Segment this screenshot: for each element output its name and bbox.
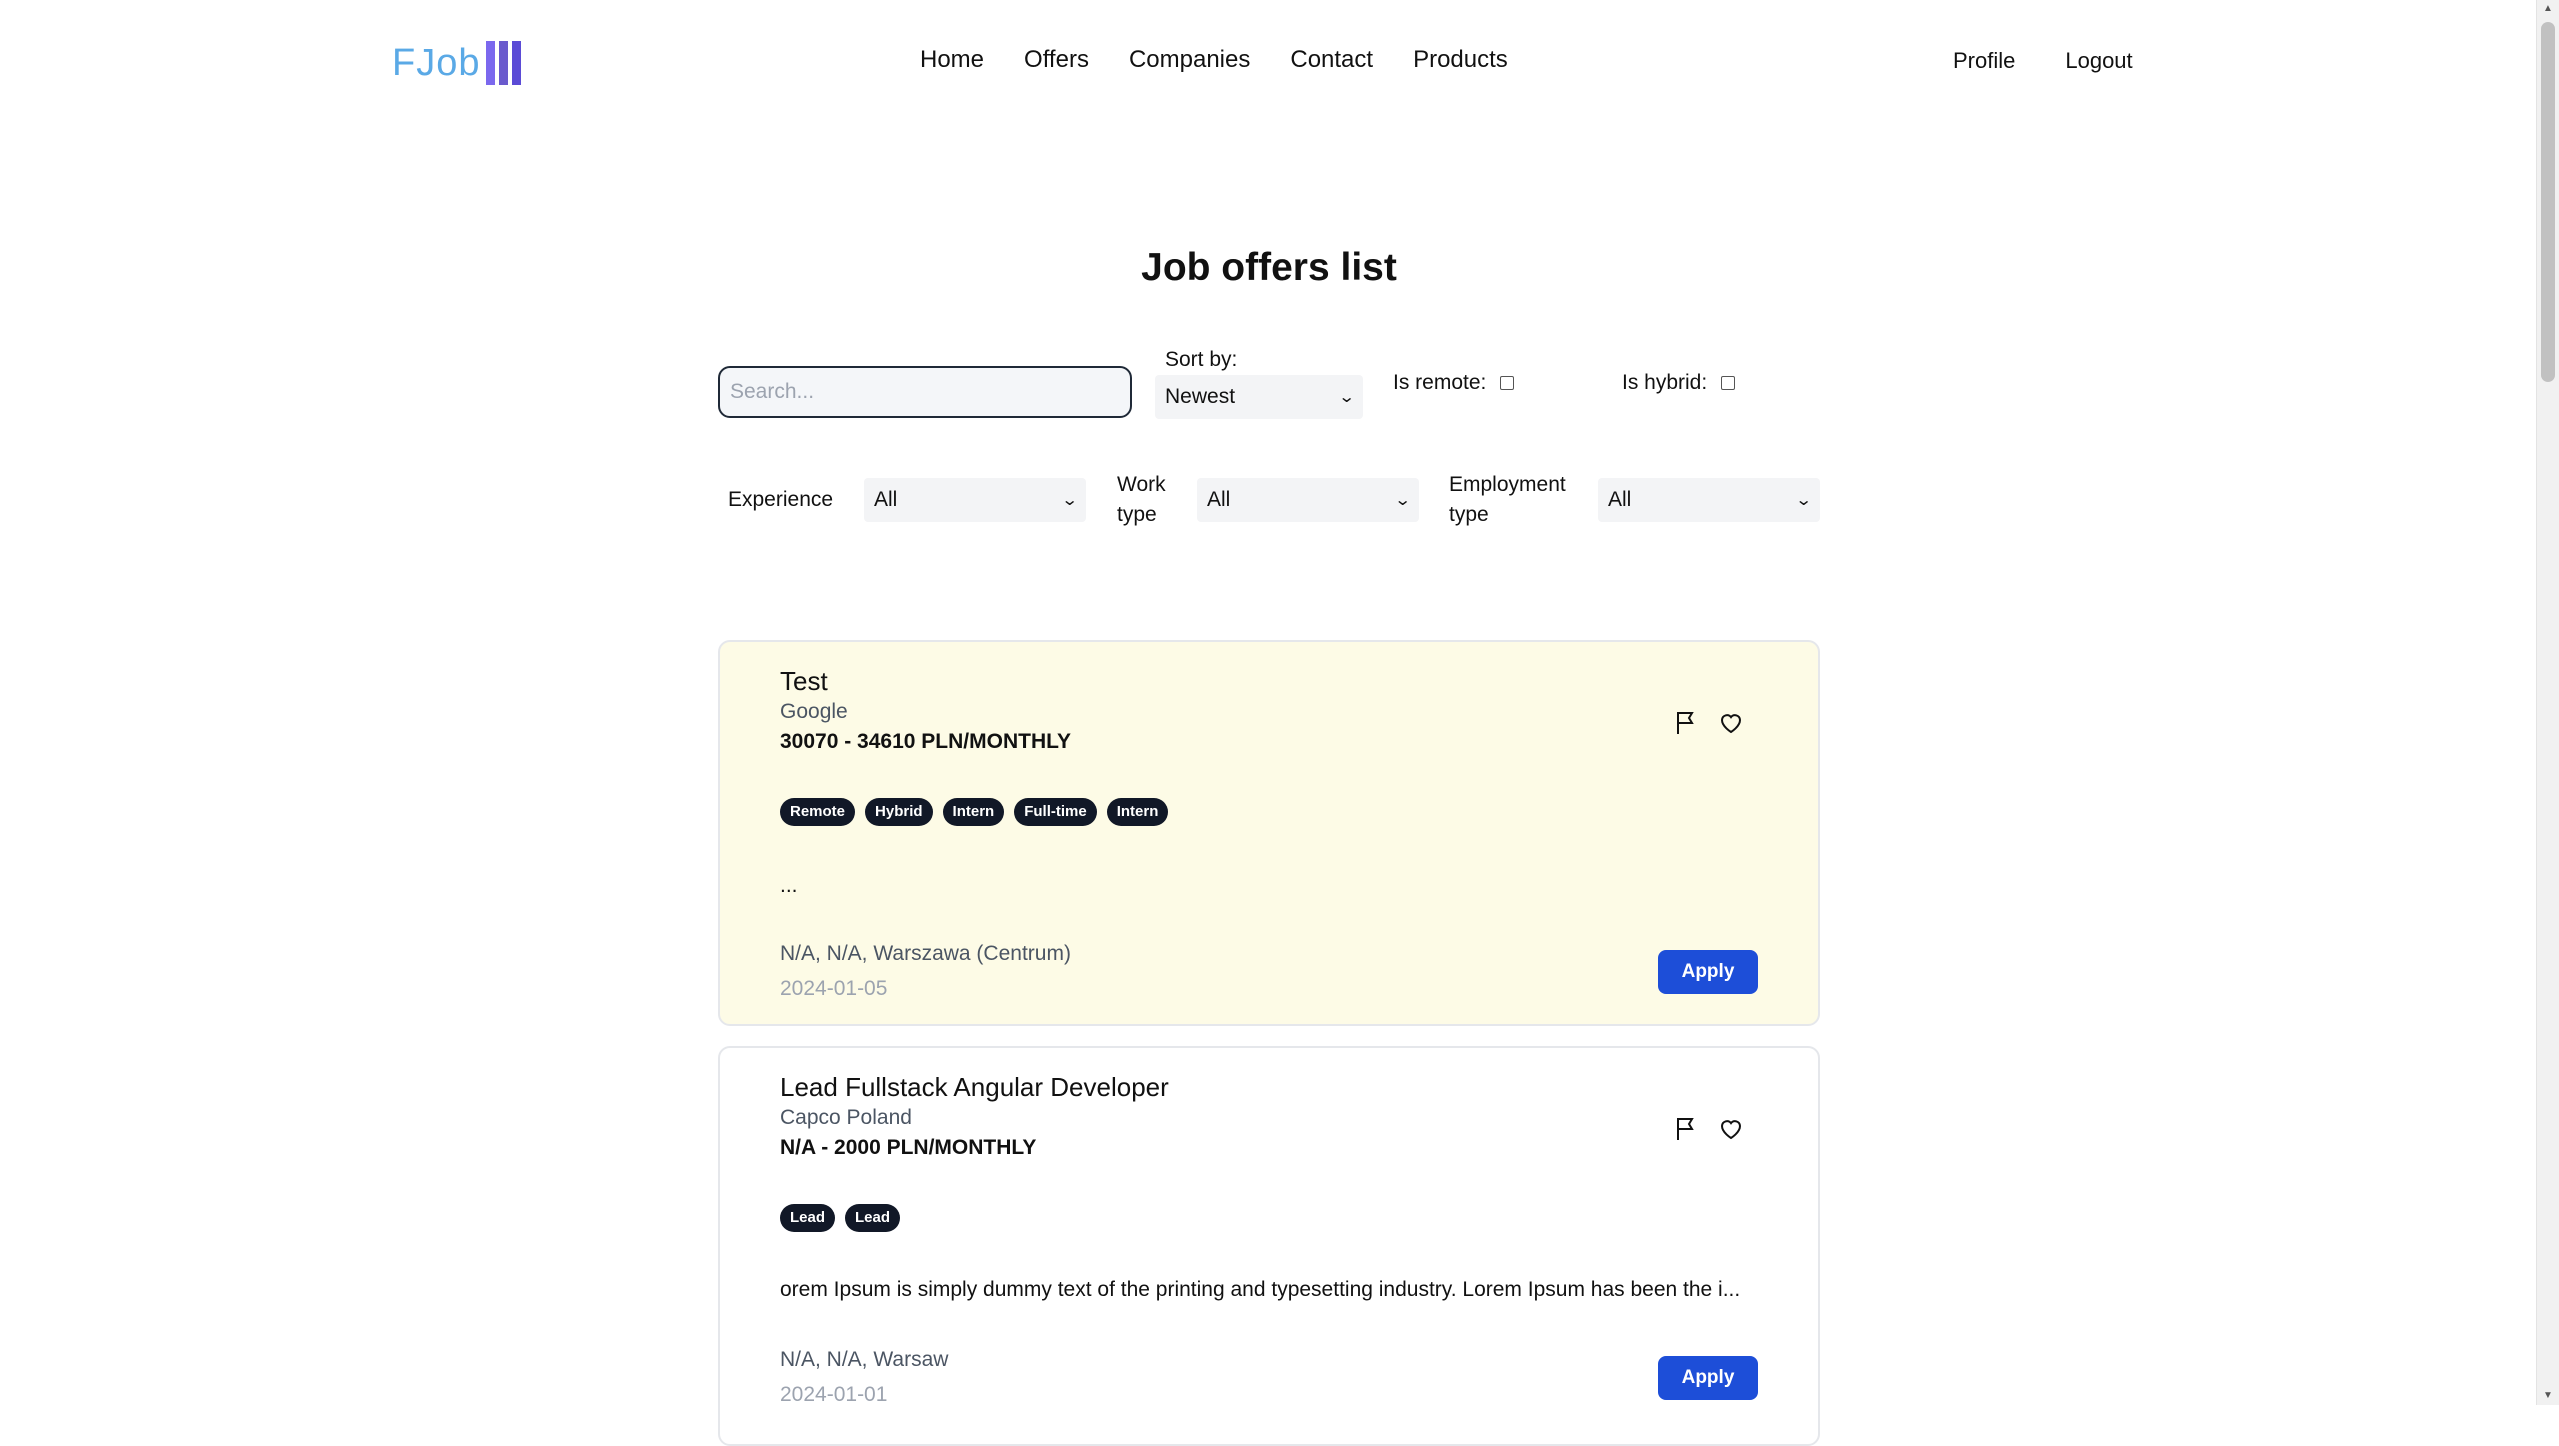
job-offer-card[interactable]: Test Google 30070 - 34610 PLN/MONTHLY Re… (718, 640, 1820, 1026)
offer-tag: Full-time (1014, 798, 1097, 826)
offer-tag: Intern (942, 798, 1005, 826)
nav-companies[interactable]: Companies (1129, 46, 1250, 74)
apply-button[interactable]: Apply (1658, 1356, 1758, 1400)
main-nav: Home Offers Companies Contact Products (920, 46, 1508, 74)
account-nav: Profile Logout (1953, 48, 2133, 74)
nav-profile[interactable]: Profile (1953, 48, 2015, 74)
page-title: Job offers list (1141, 246, 1397, 289)
offer-tag: Intern (1106, 798, 1169, 826)
hybrid-checkbox[interactable] (1721, 376, 1735, 390)
nav-logout[interactable]: Logout (2065, 48, 2132, 74)
search-input[interactable] (718, 366, 1132, 418)
scroll-up-arrow-icon[interactable]: ▲ (2537, 0, 2559, 18)
sort-label: Sort by: (1165, 348, 1238, 371)
sort-select[interactable]: Newest ⌄ (1155, 375, 1363, 419)
scrollbar-thumb[interactable] (2541, 22, 2555, 382)
offer-title[interactable]: Test (780, 666, 828, 697)
offer-location: N/A, N/A, Warszawa (Centrum) (780, 942, 1071, 965)
employment-type-select-value: All (1608, 488, 1632, 511)
employment-type-label-line2: type (1449, 503, 1489, 526)
remote-label: Is remote: (1393, 371, 1487, 394)
offer-description: orem Ipsum is simply dummy text of the p… (780, 1278, 1741, 1301)
offer-tag: Hybrid (865, 798, 933, 826)
employment-type-label: Employment type (1449, 470, 1566, 530)
offer-salary: N/A - 2000 PLN/MONTHLY (780, 1136, 1037, 1159)
offer-location: N/A, N/A, Warsaw (780, 1348, 949, 1371)
offer-salary: 30070 - 34610 PLN/MONTHLY (780, 730, 1072, 753)
flag-icon[interactable] (1671, 1114, 1701, 1144)
offer-date: 2024-01-01 (780, 1383, 888, 1406)
apply-button[interactable]: Apply (1658, 950, 1758, 994)
logo[interactable]: FJob (392, 40, 522, 86)
heart-icon[interactable] (1716, 708, 1746, 738)
offer-title[interactable]: Lead Fullstack Angular Developer (780, 1072, 1169, 1103)
chevron-down-icon: ⌄ (1060, 492, 1079, 509)
offer-tag: Lead (780, 1204, 836, 1232)
nav-offers[interactable]: Offers (1024, 46, 1089, 74)
heart-icon[interactable] (1716, 1114, 1746, 1144)
chevron-down-icon: ⌄ (1337, 389, 1356, 406)
offer-tag: Remote (780, 798, 856, 826)
page-scrollbar[interactable]: ▲ ▼ (2536, 0, 2559, 1405)
offer-description: ... (780, 874, 798, 897)
offer-tag: Lead (845, 1204, 901, 1232)
work-type-label-line1: Work (1117, 473, 1166, 496)
offer-date: 2024-01-05 (780, 977, 888, 1000)
employment-type-select[interactable]: All ⌄ (1598, 478, 1820, 522)
work-type-select-value: All (1207, 488, 1231, 511)
employment-type-label-line1: Employment (1449, 473, 1566, 496)
offer-company: Google (780, 700, 848, 723)
logo-bars-icon (486, 41, 522, 85)
sort-select-value: Newest (1165, 385, 1236, 408)
offer-tags: Lead Lead (780, 1204, 901, 1232)
logo-text: FJob (392, 41, 481, 84)
work-type-label-line2: type (1117, 503, 1157, 526)
nav-contact[interactable]: Contact (1290, 46, 1373, 74)
nav-home[interactable]: Home (920, 46, 984, 74)
chevron-down-icon: ⌄ (1393, 492, 1412, 509)
offer-tags: Remote Hybrid Intern Full-time Intern (780, 798, 1169, 826)
job-offer-card[interactable]: Lead Fullstack Angular Developer Capco P… (718, 1046, 1820, 1446)
chevron-down-icon: ⌄ (1794, 492, 1813, 509)
remote-checkbox[interactable] (1500, 376, 1514, 390)
nav-products[interactable]: Products (1413, 46, 1508, 74)
experience-label: Experience (728, 488, 834, 511)
experience-select-value: All (874, 488, 898, 511)
work-type-select[interactable]: All ⌄ (1197, 478, 1419, 522)
offer-company: Capco Poland (780, 1106, 912, 1129)
scroll-down-arrow-icon[interactable]: ▼ (2537, 1387, 2559, 1405)
work-type-label: Work type (1117, 470, 1166, 530)
experience-select[interactable]: All ⌄ (864, 478, 1086, 522)
hybrid-label: Is hybrid: (1622, 371, 1708, 394)
flag-icon[interactable] (1671, 708, 1701, 738)
